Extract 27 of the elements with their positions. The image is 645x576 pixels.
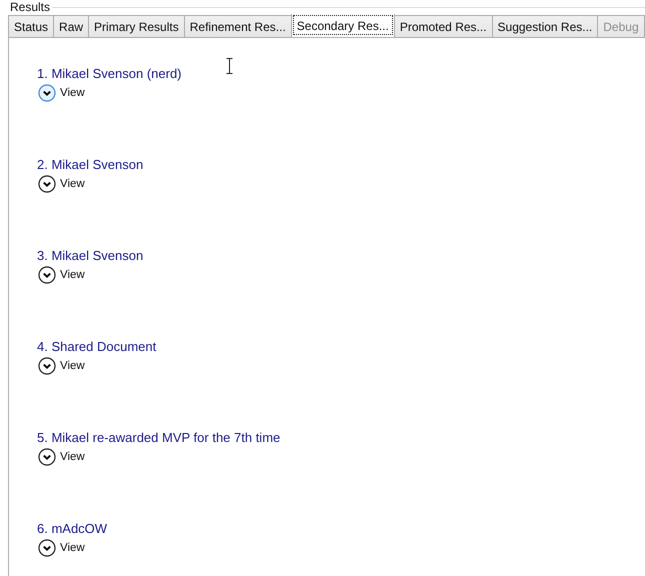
group-title: Results [9,0,52,14]
view-label[interactable]: View [60,540,85,556]
tab[interactable]: Primary Results [88,15,185,37]
tab[interactable]: Secondary Res... [290,14,395,37]
expand-button[interactable] [38,266,56,284]
view-label[interactable]: View [60,267,85,283]
expand-button[interactable] [38,84,56,102]
result-title: 2. Mikael Svenson [37,157,144,173]
tab[interactable]: Raw [53,15,90,37]
view-label[interactable]: View [60,85,85,101]
view-label[interactable]: View [60,358,85,374]
result-title: 5. Mikael re-awarded MVP for the 7th time [37,430,282,446]
text-cursor-icon [226,58,233,74]
expand-button[interactable] [38,539,56,557]
result-title: 6. mAdcOW [37,521,108,537]
expand-button[interactable] [38,175,56,193]
tab[interactable]: Refinement Res... [184,15,292,37]
result-title: 1. Mikael Svenson (nerd) [37,66,183,82]
expand-button[interactable] [38,448,56,466]
view-label[interactable]: View [60,176,85,192]
view-label[interactable]: View [60,449,85,465]
tab[interactable]: Suggestion Res... [492,15,598,37]
tab[interactable]: Promoted Res... [394,15,493,37]
result-title: 4. Shared Document [37,339,158,355]
tab[interactable]: Status [8,15,54,37]
expand-button[interactable] [38,357,56,375]
result-title: 3. Mikael Svenson [37,248,144,264]
